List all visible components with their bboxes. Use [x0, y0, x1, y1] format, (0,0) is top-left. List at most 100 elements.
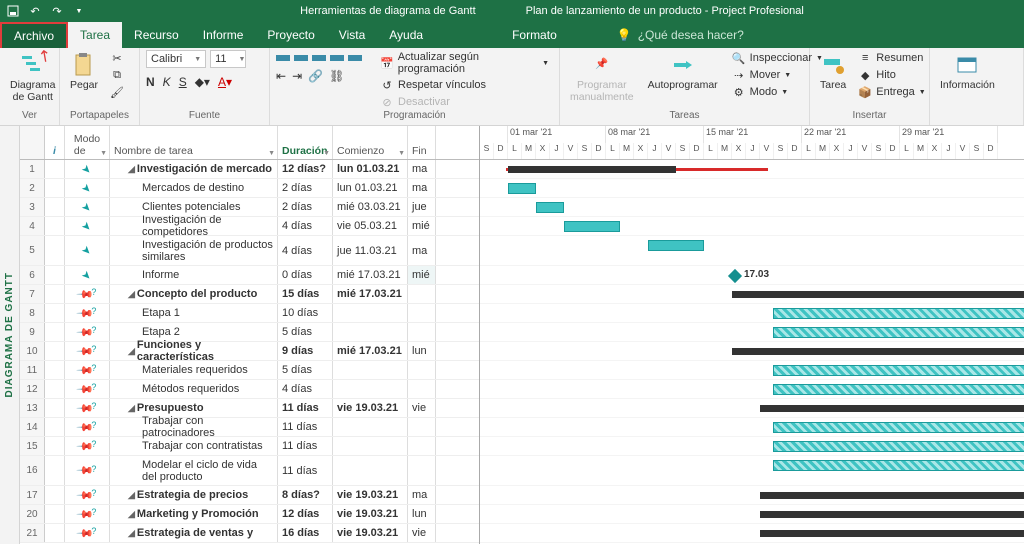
cell-info[interactable]: [45, 399, 65, 417]
cell-name[interactable]: Modelar el ciclo de vida del producto: [110, 456, 278, 485]
task-row[interactable]: 14📌Trabajar con patrocinadores11 días: [20, 418, 479, 437]
cell-info[interactable]: [45, 342, 65, 360]
cell-name[interactable]: ◢Estrategia de ventas y: [110, 524, 278, 542]
tab-help[interactable]: Ayuda: [377, 22, 435, 48]
cell-info[interactable]: [45, 285, 65, 303]
task-row[interactable]: 7📌◢Concepto del producto15 díasmié 17.03…: [20, 285, 479, 304]
gantt-chart[interactable]: 01 mar '2108 mar '2115 mar '2122 mar '21…: [480, 126, 1024, 544]
save-icon[interactable]: [6, 4, 20, 18]
cell-info[interactable]: [45, 486, 65, 504]
cell-mode[interactable]: 📌: [65, 304, 110, 322]
qat-dropdown-icon[interactable]: ▼: [72, 4, 86, 18]
cell-info[interactable]: [45, 304, 65, 322]
cell-mode[interactable]: ➤: [65, 266, 110, 284]
collapse-icon[interactable]: ◢: [128, 164, 135, 175]
cell-finish[interactable]: [408, 304, 436, 322]
cell-mode[interactable]: 📌: [65, 285, 110, 303]
col-name[interactable]: Nombre de tarea▼: [110, 126, 278, 159]
cell-info[interactable]: [45, 418, 65, 436]
cell-finish[interactable]: [408, 437, 436, 455]
cell-finish[interactable]: lun: [408, 342, 436, 360]
redo-icon[interactable]: ↷: [50, 4, 64, 18]
cell-mode[interactable]: 📌: [65, 437, 110, 455]
manual-schedule-button[interactable]: 📌 Programar manualmente: [566, 50, 638, 105]
cell-name[interactable]: Informe: [110, 266, 278, 284]
cell-duration[interactable]: 16 días: [278, 524, 333, 542]
collapse-icon[interactable]: ◢: [128, 403, 135, 414]
cell-name[interactable]: Etapa 1: [110, 304, 278, 322]
tab-file[interactable]: Archivo: [0, 22, 68, 48]
indent-button[interactable]: ⇥: [292, 69, 302, 83]
cell-duration[interactable]: 10 días: [278, 304, 333, 322]
cell-mode[interactable]: 📌: [65, 486, 110, 504]
information-button[interactable]: Información: [936, 50, 999, 94]
row-number[interactable]: 14: [20, 418, 45, 436]
summary-bar[interactable]: [508, 166, 676, 173]
row-number[interactable]: 8: [20, 304, 45, 322]
task-row[interactable]: 4➤Investigación de competidores4 díasvie…: [20, 217, 479, 236]
outdent-button[interactable]: ⇤: [276, 69, 286, 83]
cell-start[interactable]: mié 17.03.21: [333, 342, 408, 360]
manual-bar[interactable]: [773, 308, 1024, 319]
task-bar[interactable]: [648, 240, 704, 251]
cell-info[interactable]: [45, 323, 65, 341]
cell-info[interactable]: [45, 198, 65, 216]
cell-mode[interactable]: 📌: [65, 524, 110, 542]
cell-finish[interactable]: vie: [408, 399, 436, 417]
cell-start[interactable]: jue 11.03.21: [333, 236, 408, 265]
summary-bar[interactable]: [760, 511, 1024, 518]
cell-duration[interactable]: 5 días: [278, 323, 333, 341]
unlink-button[interactable]: ⛓: [329, 69, 344, 83]
task-insert-button[interactable]: Tarea: [816, 50, 850, 94]
cell-info[interactable]: [45, 524, 65, 542]
cell-finish[interactable]: [408, 361, 436, 379]
cell-finish[interactable]: mié: [408, 217, 436, 235]
fill-color-button[interactable]: ◆▾: [195, 75, 210, 89]
cell-duration[interactable]: 11 días: [278, 437, 333, 455]
copy-button[interactable]: ⧉: [106, 67, 128, 83]
col-info[interactable]: i: [45, 126, 65, 159]
row-number[interactable]: 17: [20, 486, 45, 504]
cell-mode[interactable]: ➤: [65, 217, 110, 235]
cell-finish[interactable]: ma: [408, 236, 436, 265]
manual-bar[interactable]: [773, 422, 1024, 433]
manual-bar[interactable]: [773, 441, 1024, 452]
cell-finish[interactable]: vie: [408, 524, 436, 542]
manual-bar[interactable]: [773, 384, 1024, 395]
summary-bar[interactable]: [760, 530, 1024, 537]
row-number[interactable]: 3: [20, 198, 45, 216]
cell-info[interactable]: [45, 236, 65, 265]
underline-button[interactable]: S: [179, 75, 187, 89]
cell-start[interactable]: vie 19.03.21: [333, 505, 408, 523]
progress-buttons[interactable]: [276, 50, 366, 64]
cell-info[interactable]: [45, 361, 65, 379]
cell-name[interactable]: Métodos requeridos: [110, 380, 278, 398]
summary-bar[interactable]: [760, 492, 1024, 499]
row-number[interactable]: 15: [20, 437, 45, 455]
cell-start[interactable]: [333, 361, 408, 379]
cell-info[interactable]: [45, 380, 65, 398]
cell-info[interactable]: [45, 456, 65, 485]
cell-finish[interactable]: [408, 285, 436, 303]
row-number[interactable]: 16: [20, 456, 45, 485]
row-number[interactable]: 5: [20, 236, 45, 265]
cell-finish[interactable]: jue: [408, 198, 436, 216]
cell-mode[interactable]: 📌: [65, 505, 110, 523]
cell-name[interactable]: Materiales requeridos: [110, 361, 278, 379]
row-number[interactable]: 12: [20, 380, 45, 398]
summary-bar[interactable]: [732, 348, 1024, 355]
collapse-icon[interactable]: ◢: [128, 289, 135, 300]
cell-duration[interactable]: 9 días: [278, 342, 333, 360]
col-mode[interactable]: Modo de▼: [65, 126, 110, 159]
collapse-icon[interactable]: ◢: [128, 490, 135, 501]
task-row[interactable]: 17📌◢Estrategia de precios8 días?vie 19.0…: [20, 486, 479, 505]
task-row[interactable]: 6➤Informe0 díasmié 17.03.21mié: [20, 266, 479, 285]
task-row[interactable]: 16📌Modelar el ciclo de vida del producto…: [20, 456, 479, 486]
cell-finish[interactable]: ma: [408, 160, 436, 178]
row-number[interactable]: 11: [20, 361, 45, 379]
tab-view[interactable]: Vista: [327, 22, 377, 48]
cell-name[interactable]: Investigación de competidores: [110, 217, 278, 235]
row-number[interactable]: 1: [20, 160, 45, 178]
task-row[interactable]: 1➤◢Investigación de mercado12 días?lun 0…: [20, 160, 479, 179]
deactivate-button[interactable]: ⊘Desactivar: [376, 94, 553, 110]
